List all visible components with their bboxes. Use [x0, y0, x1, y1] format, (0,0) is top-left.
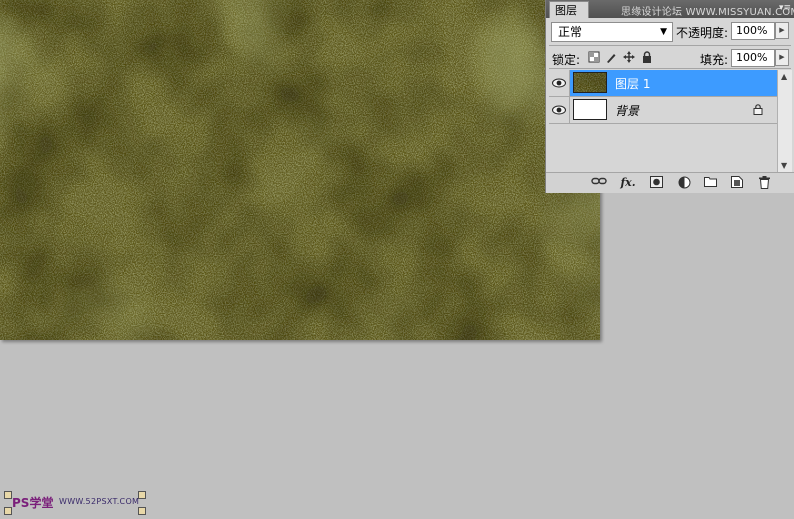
- ps-school-logo: PS学堂 WWW.52PSXT.COM: [4, 491, 148, 515]
- layer-name[interactable]: 背景: [615, 102, 639, 119]
- lock-image-pixels-icon[interactable]: [605, 51, 617, 63]
- layer-thumbnail: [573, 99, 607, 120]
- opacity-label: 不透明度:: [676, 26, 729, 40]
- logo-text: PS学堂: [12, 496, 54, 510]
- lock-label: 锁定:: [552, 53, 581, 67]
- visibility-toggle[interactable]: [549, 70, 570, 96]
- visibility-toggle[interactable]: [549, 97, 570, 123]
- fill-input[interactable]: 100%: [731, 49, 775, 67]
- layer-row-background[interactable]: 背景: [549, 97, 777, 124]
- eye-icon: [552, 105, 566, 115]
- layer-list-scrollbar[interactable]: ▲ ▼: [777, 70, 792, 172]
- scroll-up-arrow-icon[interactable]: ▲: [781, 72, 787, 81]
- new-layer-icon[interactable]: [729, 176, 745, 190]
- lock-transparency-icon[interactable]: [588, 51, 600, 63]
- document-canvas[interactable]: [0, 0, 600, 340]
- panel-menu-icon[interactable]: ▾≡: [779, 3, 791, 13]
- trash-icon[interactable]: [756, 176, 772, 190]
- opacity-slider-button[interactable]: ▶: [775, 22, 789, 39]
- panel-bottom-toolbar: fx.: [546, 172, 794, 193]
- layer-list: 图层 1 背景: [549, 70, 777, 172]
- lock-all-icon[interactable]: [641, 51, 653, 63]
- layer-name[interactable]: 图层 1: [615, 75, 650, 92]
- blend-mode-select[interactable]: 正常 ▼: [551, 22, 673, 42]
- layer-row-layer-1[interactable]: 图层 1: [549, 70, 777, 97]
- eye-icon: [552, 78, 566, 88]
- tab-layers[interactable]: 图层: [549, 1, 589, 18]
- logo-url: WWW.52PSXT.COM: [59, 497, 140, 506]
- chevron-down-icon: ▼: [660, 27, 667, 37]
- scroll-down-arrow-icon[interactable]: ▼: [781, 161, 787, 170]
- mask-icon[interactable]: [648, 176, 664, 190]
- lock-icon: [753, 104, 763, 115]
- panel-titlebar[interactable]: 图层 思缘设计论坛 WWW.MISSYUAN.COM ▾≡: [546, 0, 794, 18]
- adjustment-icon[interactable]: [676, 176, 692, 190]
- fill-label: 填充:: [700, 53, 729, 67]
- grunge-texture-image: [0, 0, 600, 340]
- site-watermark: 思缘设计论坛 WWW.MISSYUAN.COM: [621, 7, 794, 18]
- fill-slider-button[interactable]: ▶: [775, 49, 789, 66]
- layer-thumbnail: [573, 72, 607, 93]
- lock-position-icon[interactable]: [623, 51, 635, 63]
- blend-mode-value: 正常: [558, 25, 583, 39]
- group-icon[interactable]: [702, 176, 718, 190]
- opacity-input[interactable]: 100%: [731, 22, 775, 40]
- fx-icon[interactable]: fx.: [620, 176, 636, 190]
- divider: [549, 45, 791, 46]
- layers-panel: 图层 思缘设计论坛 WWW.MISSYUAN.COM ▾≡ 正常 ▼ 不透明度:…: [545, 0, 794, 193]
- divider: [549, 68, 791, 69]
- link-icon[interactable]: [591, 176, 607, 190]
